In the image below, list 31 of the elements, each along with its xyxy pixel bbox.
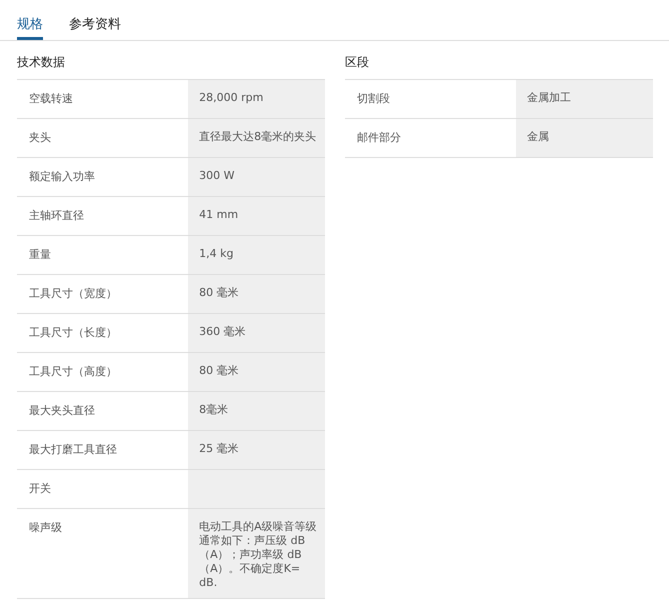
spec-value: 直径最大达8毫米的夹头	[188, 119, 325, 157]
spec-label: 工具尺寸（高度）	[28, 364, 118, 380]
spec-label: 夹头	[28, 130, 52, 146]
spec-label: 开关	[28, 481, 52, 497]
spec-value: 360 毫米	[188, 314, 325, 352]
spec-value: 41 mm	[188, 197, 325, 235]
spec-value: 1,4 kg	[188, 236, 325, 274]
spec-value: 28,000 rpm	[188, 80, 325, 118]
spec-label: 工具尺寸（长度）	[28, 325, 118, 341]
tab[interactable]: 规格	[17, 0, 43, 40]
spec-value: 金属	[516, 119, 653, 157]
spec-value: 300 W	[188, 158, 325, 196]
spec-label: 最大打磨工具直径	[28, 442, 118, 458]
spec-label: 主轴环直径	[28, 208, 85, 224]
spec-label: 切割段	[356, 91, 391, 107]
tab[interactable]: 参考资料	[69, 0, 121, 40]
spec-value: 80 毫米	[188, 275, 325, 313]
spec-label: 工具尺寸（宽度）	[28, 286, 118, 302]
spec-value: 80 毫米	[188, 353, 325, 391]
spec-label: 邮件部分	[356, 130, 402, 146]
spec-label: 空载转速	[28, 91, 74, 107]
section-title: 区段	[345, 54, 370, 71]
spec-value: 25 毫米	[188, 431, 325, 469]
spec-label: 重量	[28, 247, 52, 263]
section-title: 技术数据	[17, 54, 66, 71]
spec-label: 噪声级	[28, 520, 63, 536]
spec-label: 额定输入功率	[28, 169, 96, 185]
spec-value: 金属加工	[516, 80, 653, 118]
spec-value: 电动工具的A级噪音等级通常如下：声压级 dB（A）；声功率级 dB（A）。不确定度K= dB.	[188, 509, 325, 598]
spec-label: 最大夹头直径	[28, 403, 96, 419]
spec-value: 8毫米	[188, 392, 325, 430]
